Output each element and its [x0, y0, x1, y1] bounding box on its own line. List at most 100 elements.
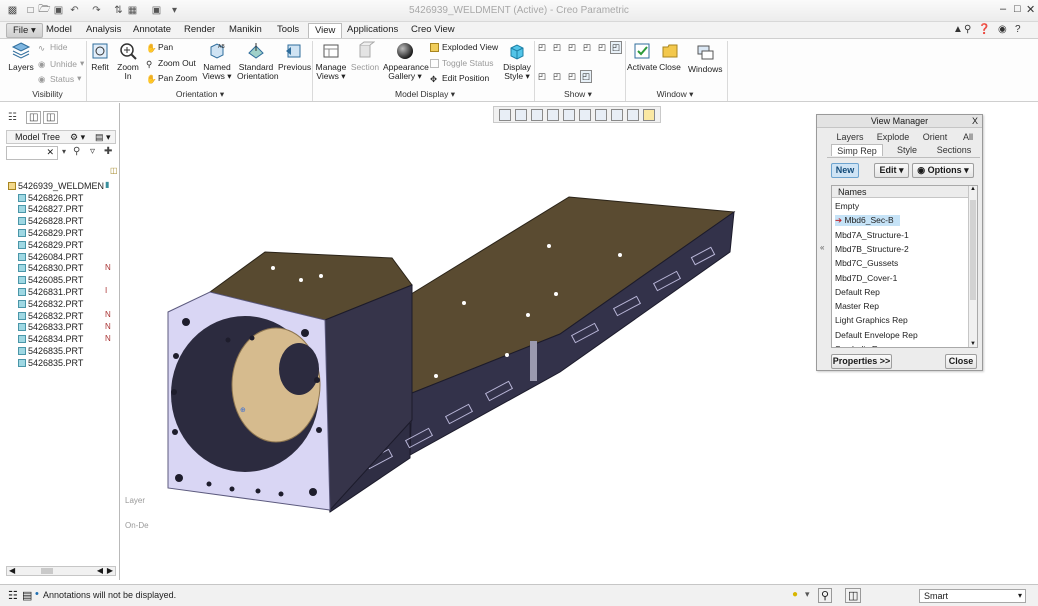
find-icon[interactable]: ⚲ [73, 146, 80, 157]
zoom-in-view-icon[interactable] [515, 108, 527, 121]
tree-item[interactable]: 5426832.PRT [18, 298, 83, 309]
names-list-item[interactable]: Master Rep [835, 301, 879, 312]
repaint-icon[interactable] [547, 108, 559, 121]
tree-item[interactable]: 5426829.PRT [18, 227, 83, 238]
axis-display-icon[interactable]: ◰ [553, 42, 561, 53]
help-icon[interactable]: ? [1015, 24, 1021, 35]
scroll-left-end-icon[interactable]: ◀ [97, 566, 103, 575]
close-window-button[interactable]: Close [657, 41, 683, 72]
tree-item[interactable]: 5426831.PRT [18, 286, 83, 297]
spin-center-icon[interactable]: ◰ [598, 42, 606, 53]
tab-manikin[interactable]: Manikin [223, 23, 268, 38]
browser-toggle-icon[interactable]: ▤ [22, 589, 32, 602]
collapse-dialog-icon[interactable]: « [820, 243, 824, 252]
tree-item[interactable]: 5426835.PRT [18, 357, 83, 368]
scroll-thumb[interactable] [41, 568, 53, 574]
navigator-toggle-icon[interactable]: ☷ [8, 589, 18, 602]
horizontal-scrollbar[interactable]: ◀ ◀ ▶ [6, 566, 116, 576]
tab-style[interactable]: Style [889, 144, 925, 156]
tree-item[interactable]: 5426835.PRT [18, 345, 83, 356]
tab-explode[interactable]: Explode [873, 131, 913, 143]
standard-orientation-button[interactable]: Standard Orientation [237, 41, 279, 81]
tree-search-input[interactable]: ✕ [6, 146, 58, 160]
names-list-item[interactable]: Default Envelope Rep [835, 330, 918, 341]
hide-button[interactable]: ∿ Hide [38, 42, 67, 53]
tree-item[interactable]: 5426833.PRT [18, 322, 83, 333]
tree-item[interactable]: 5426085.PRT [18, 275, 83, 286]
manage-views-button[interactable]: Manage Views ▾ [315, 41, 347, 81]
find-status-icon[interactable]: ⚲ [818, 588, 833, 603]
windows-button[interactable]: Windows [688, 43, 722, 74]
scroll-up-icon[interactable]: ▲ [970, 186, 976, 192]
previous-button[interactable]: Previous [278, 41, 311, 72]
annotation-display-icon[interactable]: ◰ [610, 41, 623, 54]
add-column-icon[interactable]: ✚ [104, 146, 112, 157]
names-list-item[interactable]: Symbolic Rep [835, 344, 887, 347]
zoom-in-button[interactable]: Zoom In [113, 41, 143, 81]
tab-layers[interactable]: Layers [831, 131, 869, 143]
clear-search-icon[interactable]: ✕ [46, 147, 54, 158]
model-tree-nav-icon[interactable]: ☷ [8, 112, 17, 123]
scroll-left-icon[interactable]: ◀ [9, 566, 15, 575]
properties-button[interactable]: Properties >> [831, 354, 892, 369]
tab-file[interactable]: File ▾ [6, 23, 43, 38]
point-tag-display-icon[interactable]: ◰ [568, 71, 576, 82]
tree-root[interactable]: 5426939_WELDMEN [8, 180, 104, 191]
settings-icon[interactable]: ◉ [998, 24, 1007, 35]
exploded-view-button[interactable]: Exploded View [430, 42, 498, 52]
tree-item[interactable]: 5426826.PRT [18, 192, 83, 203]
tab-simp-rep[interactable]: Simp Rep [831, 144, 883, 156]
search-icon[interactable]: ⚲ [964, 24, 971, 35]
scroll-down-icon[interactable]: ▼ [970, 341, 976, 347]
refit-button[interactable]: Refit [88, 41, 112, 72]
tree-item[interactable]: 5426829.PRT [18, 239, 83, 250]
selection-filter-select[interactable]: Smart ▾ [919, 589, 1026, 603]
tab-annotate[interactable]: Annotate [127, 23, 177, 38]
zoom-out-button[interactable]: ⚲ Zoom Out [146, 58, 196, 69]
names-list-item[interactable]: Default Rep [835, 287, 880, 298]
names-list-item[interactable]: Mbd7C_Gussets [835, 258, 898, 269]
names-list-item[interactable]: Light Graphics Rep [835, 315, 908, 326]
pan-button[interactable]: ✋ Pan [146, 42, 173, 53]
names-list-item[interactable]: Mbd7A_Structure-1 [835, 230, 909, 241]
toggle-status-button[interactable]: Toggle Status [430, 58, 494, 68]
edit-button[interactable]: Edit ▾ [874, 163, 909, 178]
csys-tag-display-icon[interactable]: ◰ [580, 70, 593, 83]
csys-display-icon[interactable]: ◰ [583, 42, 591, 53]
tab-tools[interactable]: Tools [271, 23, 305, 38]
scroll-right-icon[interactable]: ▶ [107, 566, 113, 575]
plane-tag-display-icon[interactable]: ◰ [538, 71, 546, 82]
spin-center-view-icon[interactable] [627, 108, 639, 121]
help-center-icon[interactable]: ❓ [978, 24, 990, 35]
tree-item[interactable]: 5426832.PRT [18, 310, 83, 321]
status-button[interactable]: ◉ Status ▾ [38, 73, 81, 84]
favorites-icon[interactable]: ◫ [43, 111, 59, 124]
names-scrollbar[interactable]: ▲ ▼ [968, 186, 977, 347]
tab-render[interactable]: Render [178, 23, 221, 38]
tree-item[interactable]: 5426084.PRT [18, 251, 83, 262]
view-manager-close-x[interactable]: X [972, 116, 978, 126]
selection-buffer-icon[interactable]: ◫ [845, 588, 862, 603]
tree-columns-icon[interactable]: ▤ ▾ [95, 132, 111, 143]
maximize-button[interactable]: □ [1014, 3, 1021, 15]
saved-orientations-icon[interactable] [563, 108, 575, 121]
tree-item[interactable]: 5426830.PRT [18, 263, 83, 274]
view-manager-icon[interactable] [579, 108, 591, 121]
layers-button[interactable]: Layers [7, 41, 35, 72]
zoom-out-view-icon[interactable] [531, 108, 543, 121]
names-list-item[interactable]: Mbd7B_Structure-2 [835, 244, 909, 255]
names-list-item[interactable]: ➔ Mbd6_Sec-B [835, 215, 900, 227]
tab-sections[interactable]: Sections [929, 144, 979, 156]
options-button[interactable]: ◉ Options ▾ [912, 163, 974, 178]
search-dropdown-icon[interactable]: ▾ [62, 147, 66, 156]
tree-item[interactable]: 5426827.PRT [18, 204, 83, 215]
tab-applications[interactable]: Applications [341, 23, 404, 38]
tree-item[interactable]: 5426834.PRT [18, 334, 83, 345]
regen-dropdown-icon[interactable]: ▾ [805, 589, 810, 600]
edit-position-button[interactable]: ✥ Edit Position [430, 73, 489, 84]
names-list-item[interactable]: Mbd7D_Cover-1 [835, 273, 897, 284]
minimize-button[interactable]: – [1000, 3, 1006, 15]
tab-all[interactable]: All [957, 131, 979, 143]
collapse-ribbon-icon[interactable]: ▲ [953, 24, 963, 35]
annotation-view-icon[interactable] [643, 108, 655, 121]
